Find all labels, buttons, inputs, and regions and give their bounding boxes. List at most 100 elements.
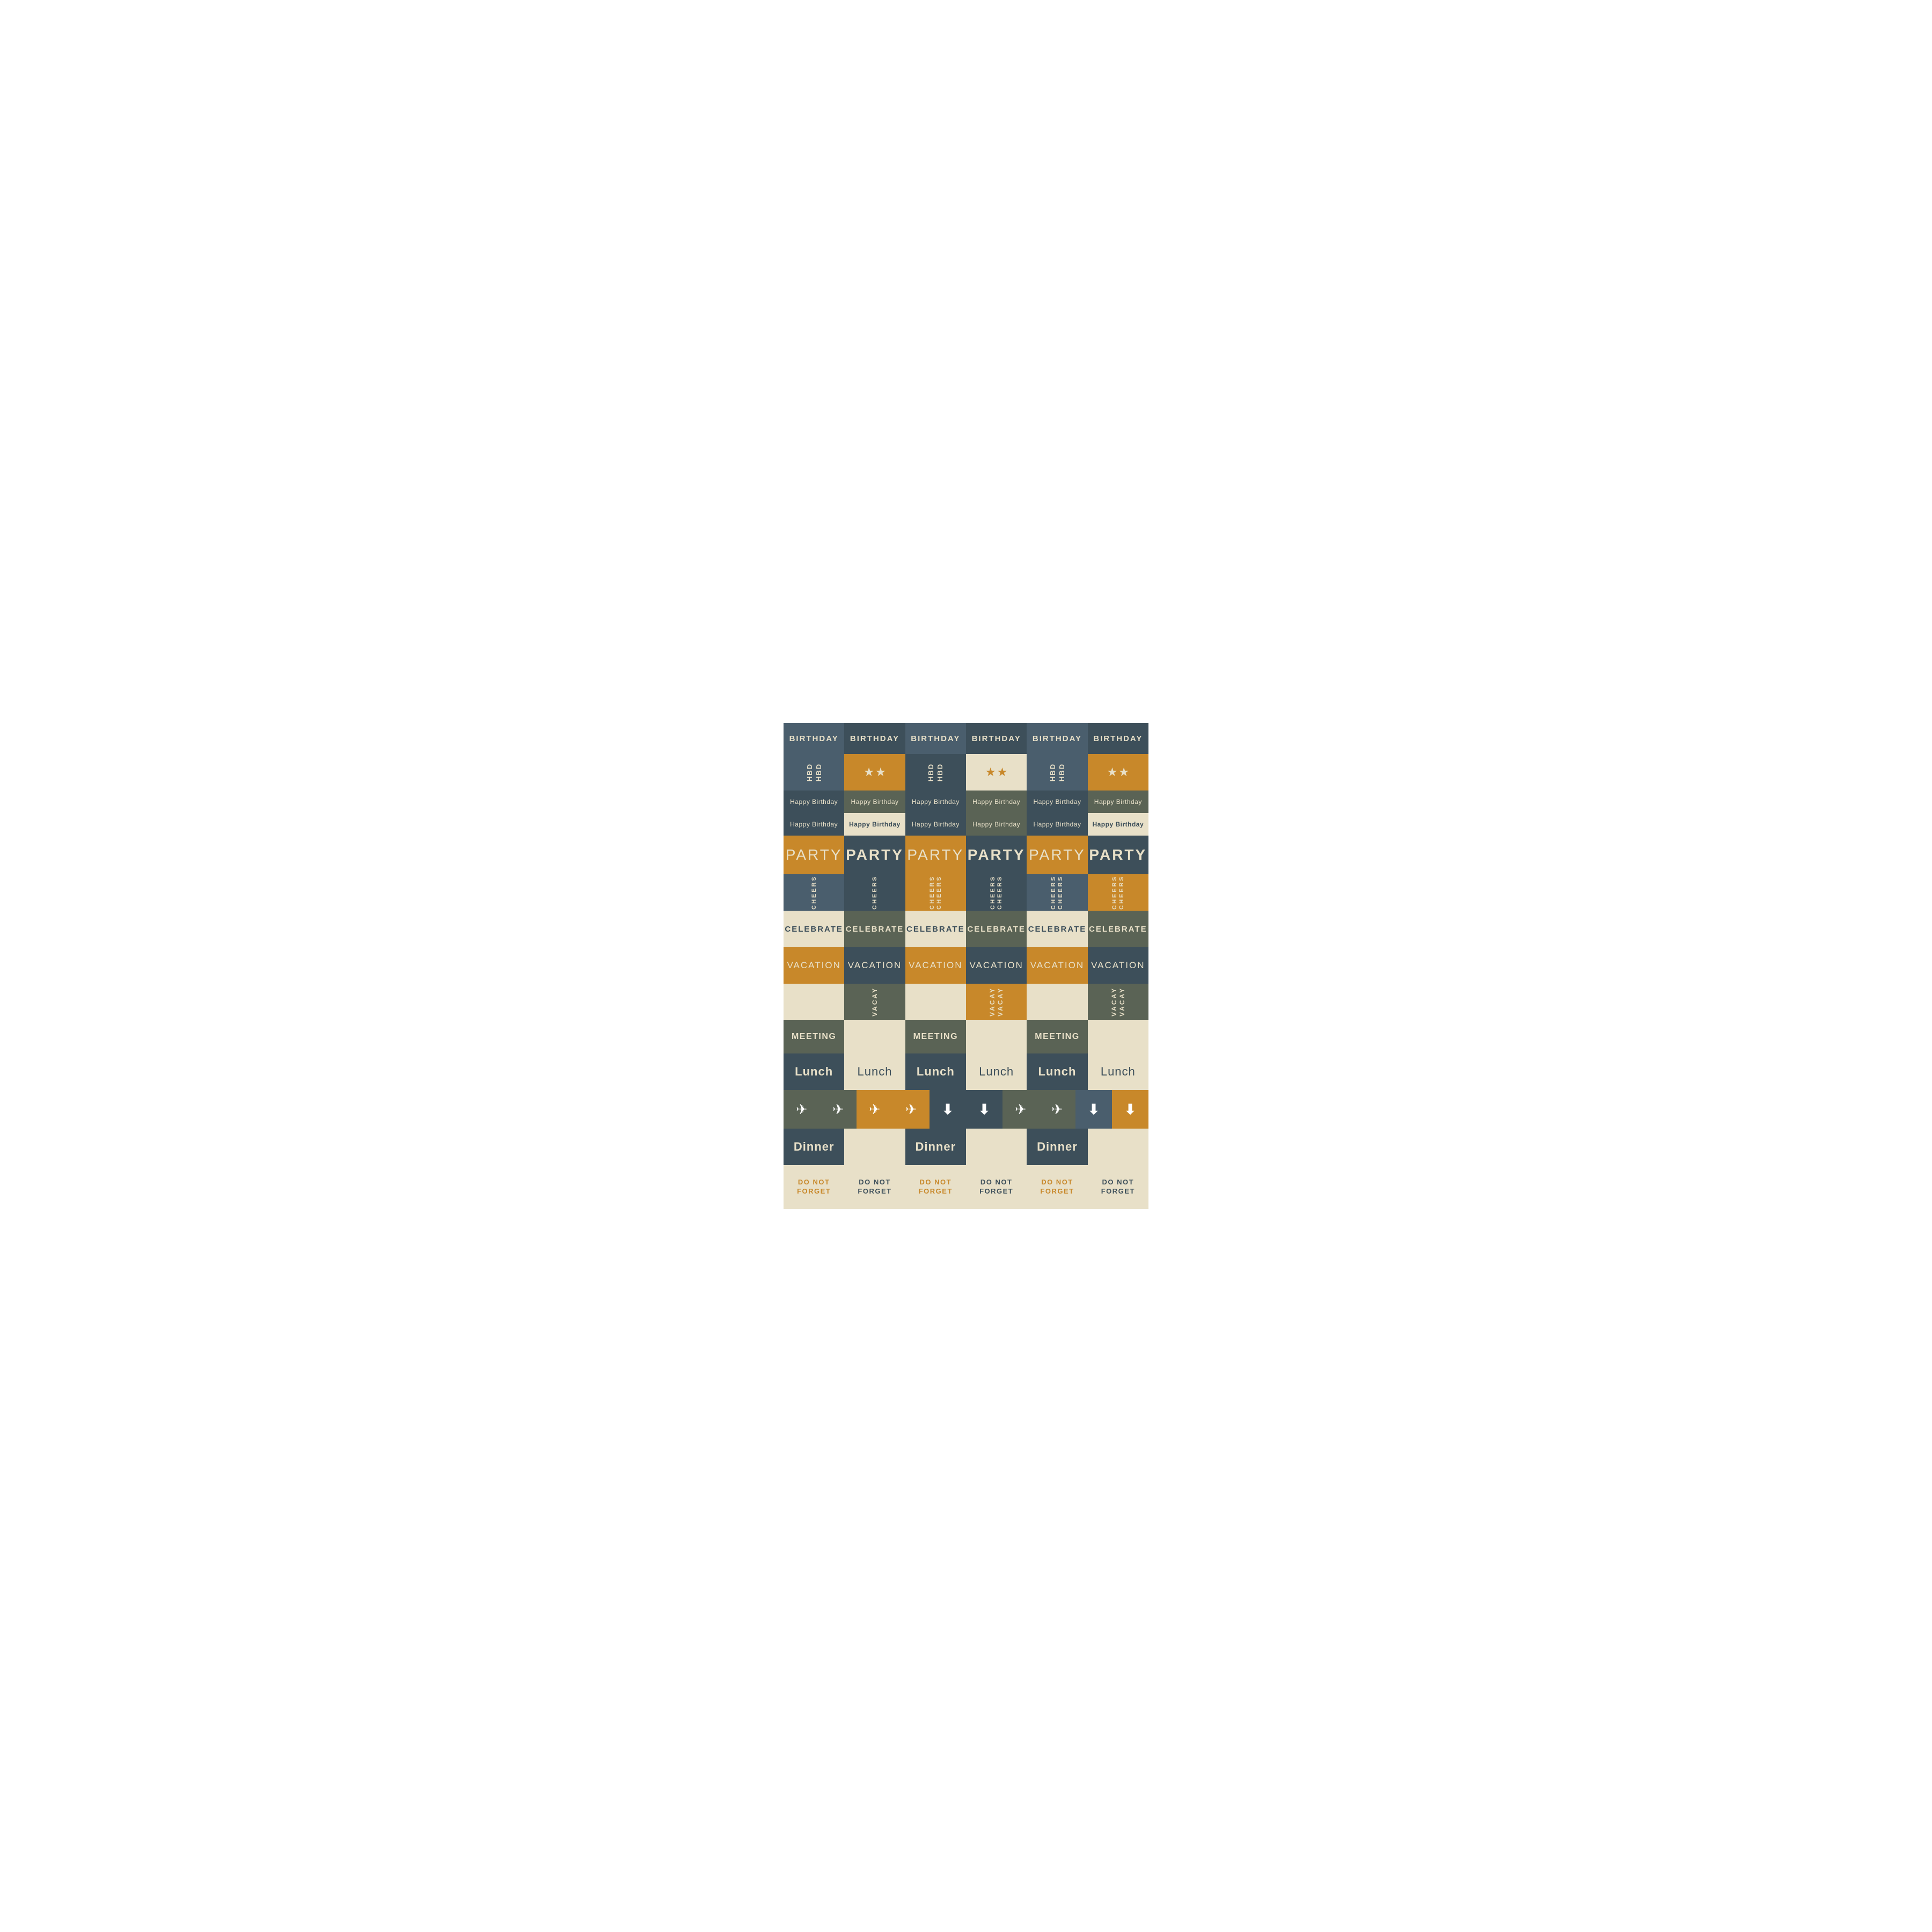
dnf-label: DO NOTFORGET [919, 1178, 953, 1196]
cheers-text: CHEERS [1118, 875, 1125, 910]
dinner-label: Dinner [1099, 1140, 1137, 1154]
happy-birthday-text: Happy Birthday [972, 821, 1020, 828]
row-happy-birthday-2: Happy Birthday Happy Birthday Happy Birt… [784, 813, 1148, 836]
happy-birthday-text: Happy Birthday [912, 798, 960, 806]
cell-hb2-2: Happy Birthday [844, 813, 905, 836]
cell-dinner-4: Dinner [966, 1129, 1027, 1165]
row-birthday: BIRTHDAY BIRTHDAY BIRTHDAY BIRTHDAY BIRT… [784, 723, 1148, 754]
hbd-wrap-1: HBD HBD [806, 754, 823, 791]
cell-hb-5: Happy Birthday [1027, 791, 1087, 813]
hbd-text: HBD [806, 763, 814, 781]
cell-meeting-3: MEETING [905, 1020, 966, 1053]
cell-hb-3: Happy Birthday [905, 791, 966, 813]
row-donotforget: DO NOTFORGET DO NOTFORGET DO NOTFORGET D… [784, 1165, 1148, 1209]
down-arrow-icon: ⬇ [1124, 1101, 1136, 1118]
birthday-label: BIRTHDAY [850, 734, 899, 743]
dinner-label: Dinner [794, 1140, 835, 1154]
vacation-label: VACATION [848, 960, 902, 971]
party-label: PARTY [846, 846, 904, 863]
party-label: PARTY [786, 846, 843, 863]
cell-birthday-2: BIRTHDAY [844, 723, 905, 754]
airplane-icon: ✈ [905, 1101, 917, 1118]
dinner-label: Dinner [1037, 1140, 1078, 1154]
star-icon: ★ [863, 765, 874, 779]
cell-birthday-3: BIRTHDAY [905, 723, 966, 754]
cell-plane-9: ⬇ [1075, 1090, 1112, 1129]
airplane-icon: ✈ [832, 1101, 844, 1118]
cell-hb-2: Happy Birthday [844, 791, 905, 813]
row-meeting: MEETING MEETING MEETING MEETING MEETING … [784, 1020, 1148, 1053]
cell-meeting-6: MEETING [1088, 1020, 1148, 1053]
cell-hb2-3: Happy Birthday [905, 813, 966, 836]
cell-vacation-6: VACATION [1088, 947, 1148, 984]
cell-cheers-6: CHEERS CHEERS [1088, 874, 1148, 911]
vacay-wrap: VACAY VACAY [1049, 984, 1065, 1020]
lunch-label: Lunch [1038, 1065, 1076, 1079]
vacay-text: VACAY [1057, 987, 1065, 1016]
meeting-label: MEETING [1035, 1032, 1079, 1042]
meeting-label: MEETING [913, 1032, 958, 1042]
main-container: BIRTHDAY BIRTHDAY BIRTHDAY BIRTHDAY BIRT… [773, 712, 1159, 1220]
cheers-text: CHEERS [929, 875, 935, 910]
cell-birthday-4: BIRTHDAY [966, 723, 1027, 754]
cell-dinner-1: Dinner [784, 1129, 844, 1165]
vacation-label: VACATION [1030, 960, 1084, 971]
cell-dnf-4: DO NOTFORGET [966, 1165, 1027, 1209]
cell-plane-1: ✈ [784, 1090, 820, 1129]
cell-lunch-4: Lunch [966, 1053, 1027, 1090]
cell-celebrate-4: CELEBRATE [966, 911, 1027, 947]
cell-hbd-5: HBD HBD [1027, 754, 1087, 791]
cheers-text: CHEERS [990, 875, 996, 910]
party-label: PARTY [1089, 846, 1147, 863]
vacay-text: VACAY [810, 987, 818, 1016]
cell-hbd-4: ★ ★ [966, 754, 1027, 791]
birthday-label: BIRTHDAY [789, 734, 839, 743]
vacation-label: VACATION [969, 960, 1023, 971]
cell-vacay-5: VACAY VACAY [1027, 984, 1087, 1020]
cheers-text: CHEERS [872, 875, 878, 910]
happy-birthday-text: Happy Birthday [1033, 821, 1081, 828]
cell-celebrate-2: CELEBRATE [844, 911, 905, 947]
cell-hb-1: Happy Birthday [784, 791, 844, 813]
dnf-label: DO NOTFORGET [979, 1178, 1013, 1196]
happy-birthday-text: Happy Birthday [790, 821, 838, 828]
lunch-label: Lunch [858, 1065, 892, 1079]
hbd-wrap-3: HBD HBD [1049, 754, 1066, 791]
cell-hbd-3: HBD HBD [905, 754, 966, 791]
cell-hb2-5: Happy Birthday [1027, 813, 1087, 836]
cell-dnf-1: DO NOTFORGET [784, 1165, 844, 1209]
party-label: PARTY [1029, 846, 1086, 863]
cheers-text: CHEERS [997, 875, 1003, 910]
star-icon: ★ [1107, 765, 1118, 779]
cell-hb2-1: Happy Birthday [784, 813, 844, 836]
airplane-icon: ✈ [1015, 1101, 1027, 1118]
row-party: PARTY PARTY PARTY PARTY PARTY PARTY [784, 836, 1148, 874]
hbd-text: HBD [936, 763, 944, 781]
row-celebrate: CELEBRATE CELEBRATE CELEBRATE CELEBRATE … [784, 911, 1148, 947]
celebrate-label: CELEBRATE [785, 925, 843, 934]
cell-vacation-4: VACATION [966, 947, 1027, 984]
airplane-icon: ✈ [869, 1101, 881, 1118]
star-icon: ★ [875, 765, 886, 779]
cell-vacation-5: VACATION [1027, 947, 1087, 984]
cell-birthday-5: BIRTHDAY [1027, 723, 1087, 754]
cell-vacation-2: VACATION [844, 947, 905, 984]
cell-party-6: PARTY [1088, 836, 1148, 874]
cell-hbd-1: HBD HBD [784, 754, 844, 791]
cell-party-3: PARTY [905, 836, 966, 874]
cell-cheers-5: CHEERS CHEERS [1027, 874, 1087, 911]
party-label: PARTY [907, 846, 964, 863]
happy-birthday-text: Happy Birthday [849, 821, 901, 828]
cell-vacay-6: VACAY VACAY [1088, 984, 1148, 1020]
birthday-label: BIRTHDAY [911, 734, 960, 743]
down-arrow-icon: ⬇ [1088, 1101, 1100, 1118]
vacay-wrap: VACAY [810, 984, 818, 1020]
vacay-text: VACAY [1049, 987, 1057, 1016]
cell-vacay-3: VACAY VACAY [905, 984, 966, 1020]
cheers-wrap: CHEERS CHEERS [929, 874, 942, 911]
lunch-label: Lunch [917, 1065, 955, 1079]
vacation-label: VACATION [1091, 960, 1145, 971]
cell-birthday-1: BIRTHDAY [784, 723, 844, 754]
cheers-wrap: CHEERS [872, 874, 878, 911]
cell-lunch-3: Lunch [905, 1053, 966, 1090]
